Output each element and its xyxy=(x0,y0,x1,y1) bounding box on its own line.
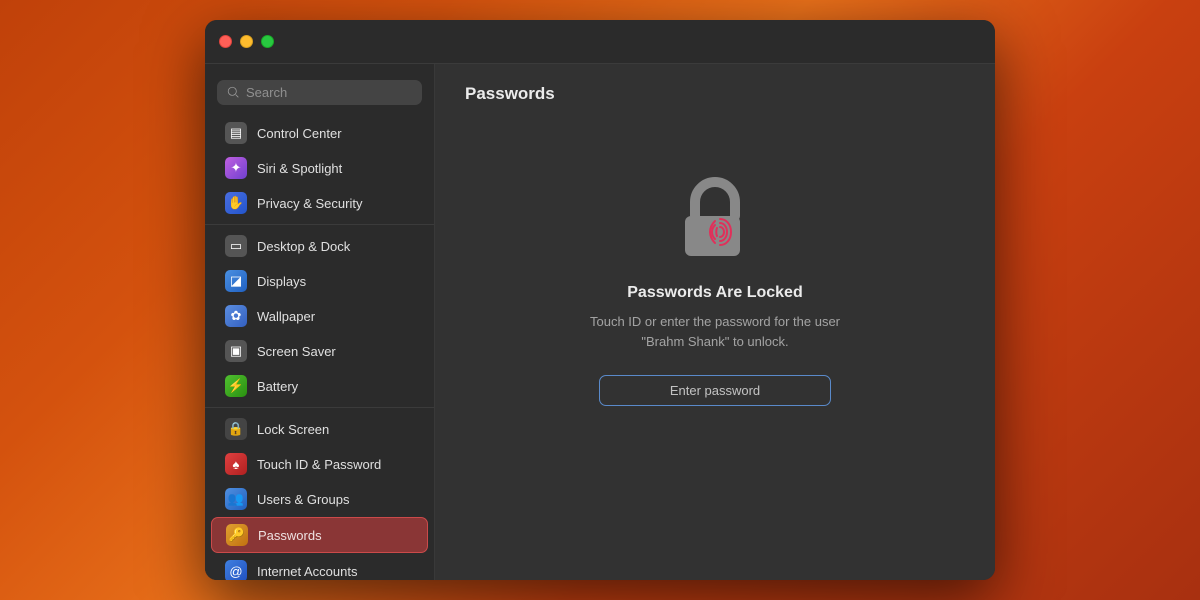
titlebar xyxy=(205,20,995,64)
lock-icon-container xyxy=(670,174,760,264)
sidebar-item-label-screen-saver: Screen Saver xyxy=(257,344,336,359)
sidebar-item-privacy-security[interactable]: ✋ Privacy & Security xyxy=(211,186,428,220)
sidebar: Search ▤ Control Center ✦ Siri & Spotlight ✋… xyxy=(205,64,435,580)
window-content: Search ▤ Control Center ✦ Siri & Spotlight ✋… xyxy=(205,64,995,580)
privacy-security-icon: ✋ xyxy=(225,192,247,214)
traffic-lights xyxy=(219,35,274,48)
sidebar-item-label-internet-accounts: Internet Accounts xyxy=(257,564,357,579)
passwords-icon: 🔑 xyxy=(226,524,248,546)
page-title: Passwords xyxy=(465,84,555,104)
app-window: Search ▤ Control Center ✦ Siri & Spotlight ✋… xyxy=(205,20,995,580)
search-placeholder: Search xyxy=(246,85,287,100)
locked-title: Passwords Are Locked xyxy=(627,284,802,302)
sidebar-item-desktop-dock[interactable]: ▭ Desktop & Dock xyxy=(211,229,428,263)
sidebar-item-label-wallpaper: Wallpaper xyxy=(257,309,315,324)
close-button[interactable] xyxy=(219,35,232,48)
search-box[interactable]: Search xyxy=(217,80,422,105)
sidebar-item-label-desktop-dock: Desktop & Dock xyxy=(257,239,350,254)
sidebar-item-label-passwords: Passwords xyxy=(258,528,322,543)
maximize-button[interactable] xyxy=(261,35,274,48)
sidebar-item-battery[interactable]: ⚡ Battery xyxy=(211,369,428,403)
lock-visual: Passwords Are Locked Touch ID or enter t… xyxy=(575,174,855,406)
sidebar-item-label-control-center: Control Center xyxy=(257,126,342,141)
main-content: Passwords xyxy=(435,64,995,580)
wallpaper-icon: ✿ xyxy=(225,305,247,327)
lock-icon xyxy=(670,174,760,264)
sidebar-item-control-center[interactable]: ▤ Control Center xyxy=(211,116,428,150)
sidebar-item-label-users-groups: Users & Groups xyxy=(257,492,349,507)
locked-description: Touch ID or enter the password for the u… xyxy=(575,312,855,351)
sidebar-divider xyxy=(205,224,434,225)
sidebar-item-label-battery: Battery xyxy=(257,379,298,394)
sidebar-item-screen-saver[interactable]: ▣ Screen Saver xyxy=(211,334,428,368)
sidebar-item-siri-spotlight[interactable]: ✦ Siri & Spotlight xyxy=(211,151,428,185)
sidebar-item-touch-id-password[interactable]: ♠ Touch ID & Password xyxy=(211,447,428,481)
sidebar-item-passwords[interactable]: 🔑 Passwords xyxy=(211,517,428,553)
control-center-icon: ▤ xyxy=(225,122,247,144)
sidebar-item-lock-screen[interactable]: 🔒 Lock Screen xyxy=(211,412,428,446)
sidebar-item-label-displays: Displays xyxy=(257,274,306,289)
search-container: Search xyxy=(205,74,434,115)
users-groups-icon: 👥 xyxy=(225,488,247,510)
lock-screen-icon: 🔒 xyxy=(225,418,247,440)
internet-accounts-icon: @ xyxy=(225,560,247,580)
sidebar-divider xyxy=(205,407,434,408)
sidebar-items-list: ▤ Control Center ✦ Siri & Spotlight ✋ Privacy… xyxy=(205,115,434,580)
desktop-dock-icon: ▭ xyxy=(225,235,247,257)
sidebar-item-displays[interactable]: ◪ Displays xyxy=(211,264,428,298)
sidebar-item-label-privacy-security: Privacy & Security xyxy=(257,196,362,211)
sidebar-item-label-lock-screen: Lock Screen xyxy=(257,422,329,437)
battery-icon: ⚡ xyxy=(225,375,247,397)
sidebar-item-label-siri-spotlight: Siri & Spotlight xyxy=(257,161,342,176)
siri-spotlight-icon: ✦ xyxy=(225,157,247,179)
search-icon xyxy=(227,86,240,99)
sidebar-item-label-touch-id-password: Touch ID & Password xyxy=(257,457,381,472)
enter-password-button[interactable]: Enter password xyxy=(599,375,831,406)
displays-icon: ◪ xyxy=(225,270,247,292)
screen-saver-icon: ▣ xyxy=(225,340,247,362)
sidebar-item-users-groups[interactable]: 👥 Users & Groups xyxy=(211,482,428,516)
touch-id-password-icon: ♠ xyxy=(225,453,247,475)
sidebar-item-internet-accounts[interactable]: @ Internet Accounts xyxy=(211,554,428,580)
minimize-button[interactable] xyxy=(240,35,253,48)
sidebar-item-wallpaper[interactable]: ✿ Wallpaper xyxy=(211,299,428,333)
